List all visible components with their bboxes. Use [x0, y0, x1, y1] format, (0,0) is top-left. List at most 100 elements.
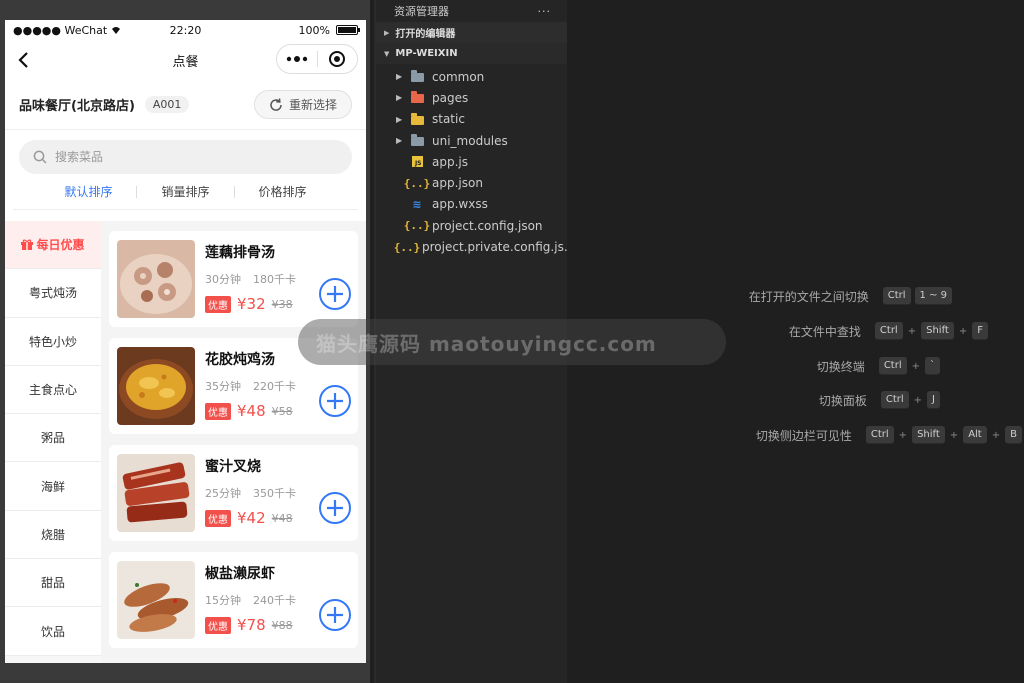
reselect-button[interactable]: 重新选择 [253, 90, 352, 119]
reselect-label: 重新选择 [288, 98, 337, 112]
dish-card[interactable]: 椒盐濑尿虾 15分钟 240千卡 优惠 ¥78 ¥88 [109, 552, 358, 648]
sort-tab-price[interactable]: 价格排序 [235, 183, 331, 200]
more-actions-icon[interactable]: ··· [538, 5, 552, 18]
category-item[interactable]: 烧腊 [5, 510, 101, 560]
shortcut-row: 切换终端 Ctrl + ` [817, 355, 1024, 377]
chevron-right-icon: ▶ [384, 28, 390, 37]
tree-item-label: static [432, 112, 465, 127]
dish-time: 15分钟 [205, 594, 241, 607]
nav-bar: 点餐 [5, 40, 366, 80]
refresh-icon [270, 97, 282, 111]
category-item[interactable]: 粥品 [5, 414, 101, 463]
category-item[interactable]: 海鲜 [5, 462, 101, 511]
watermark-overlay: 猫头鹰源码 maotouyingcc.com [298, 319, 726, 365]
tree-item-label: app.js [432, 154, 468, 169]
folder-icon [410, 112, 424, 125]
shortcut-row: 切换侧边栏可见性 Ctrl + Shift + Alt + B [756, 424, 1024, 446]
dish-price: ¥48 [237, 402, 266, 420]
category-item[interactable]: 特色小炒 [5, 317, 101, 366]
gift-icon [21, 239, 34, 250]
tree-item-file-project-private-config[interactable]: {..} project.private.config.js... [376, 236, 576, 257]
chevron-left-icon [18, 52, 28, 68]
tree-item-file-app-wxss[interactable]: ≋ app.wxss [376, 194, 567, 215]
category-item[interactable]: 粤式炖汤 [5, 269, 101, 318]
dish-photo [117, 561, 195, 639]
miniprogram-capsule [276, 44, 358, 74]
shortcut-row: 在打开的文件之间切换 Ctrl 1 ~ 9 [749, 285, 1024, 307]
tree-item-folder-uni-modules[interactable]: ▶ uni_modules [376, 130, 567, 151]
target-circle-icon [329, 51, 346, 67]
tree-item-file-app-js[interactable]: JS app.js [376, 151, 567, 172]
tree-item-folder-static[interactable]: ▶ static [376, 109, 567, 130]
folder-icon [410, 134, 424, 147]
shortcut-row: 在文件中查找 Ctrl + Shift + F [789, 320, 1024, 342]
key-cap: J [927, 391, 940, 409]
key-cap: B [1005, 426, 1022, 444]
more-dots-icon [286, 56, 307, 62]
category-item[interactable]: 饮品 [5, 607, 101, 656]
category-item-daily-deals[interactable]: 每日优惠 [5, 221, 101, 270]
menu-content: 每日优惠 粤式炖汤 特色小炒 主食点心 粥品 海鲜 烧腊 甜品 饮品 莲藕排骨汤… [5, 221, 366, 663]
shortcut-label: 在打开的文件之间切换 [748, 289, 869, 304]
key-cap: F [972, 322, 988, 340]
dish-calories: 240千卡 [253, 594, 296, 607]
sort-tab-default[interactable]: 默认排序 [40, 183, 136, 200]
file-tree: ▶ common ▶ pages ▶ static ▶ uni_modules … [376, 64, 576, 258]
promo-badge: 优惠 [205, 295, 231, 313]
add-to-cart-button[interactable] [318, 277, 352, 311]
category-label: 每日优惠 [36, 238, 85, 253]
chevron-right-icon: ▶ [396, 72, 403, 82]
chevron-right-icon: ▶ [396, 114, 403, 124]
close-miniprogram-button[interactable] [318, 50, 358, 68]
project-label: MP-WEIXIN [395, 48, 458, 59]
more-button[interactable] [277, 56, 317, 62]
dish-original-price: ¥48 [271, 511, 293, 525]
key-cap: Ctrl [874, 322, 903, 340]
project-section[interactable]: ▼ MP-WEIXIN [376, 43, 567, 64]
add-to-cart-button[interactable] [318, 491, 352, 525]
dish-time: 35分钟 [205, 380, 241, 393]
chevron-right-icon: ▶ [396, 136, 403, 146]
shortcut-label: 切换面板 [818, 393, 867, 408]
dish-original-price: ¥38 [271, 297, 293, 311]
dish-price: ¥78 [237, 616, 266, 634]
dish-original-price: ¥58 [271, 404, 293, 418]
tree-item-folder-pages[interactable]: ▶ pages [376, 87, 567, 108]
shop-bar: 品味餐厅(北京路店) A001 重新选择 [5, 80, 366, 130]
search-input[interactable] [55, 150, 305, 164]
dish-photo [117, 454, 195, 532]
css-file-icon: ≋ [412, 197, 422, 211]
tree-item-label: pages [432, 90, 469, 105]
dish-calories: 350千卡 [253, 487, 296, 500]
dish-time: 30分钟 [205, 273, 241, 286]
key-cap: Shift [921, 322, 954, 340]
category-item[interactable]: 甜品 [5, 559, 101, 608]
category-item[interactable]: 主食点心 [5, 365, 101, 415]
key-cap: Ctrl [882, 287, 911, 305]
tree-item-file-app-json[interactable]: {..} app.json [376, 172, 567, 193]
add-to-cart-button[interactable] [318, 384, 352, 418]
dish-card[interactable]: 莲藕排骨汤 30分钟 180千卡 优惠 ¥32 ¥38 [109, 231, 358, 327]
tree-item-folder-common[interactable]: ▶ common [376, 66, 567, 87]
category-list: 每日优惠 粤式炖汤 特色小炒 主食点心 粥品 海鲜 烧腊 甜品 饮品 [5, 221, 101, 663]
shortcut-label: 切换终端 [816, 359, 865, 374]
dish-card[interactable]: 蜜汁叉烧 25分钟 350千卡 优惠 ¥42 ¥48 [109, 445, 358, 541]
promo-badge: 优惠 [205, 616, 231, 634]
dish-calories: 180千卡 [253, 273, 296, 286]
search-bar[interactable] [19, 140, 352, 174]
key-cap: Ctrl [880, 391, 909, 409]
back-button[interactable] [9, 40, 37, 80]
js-file-icon: JS [411, 156, 423, 168]
tree-item-file-project-config[interactable]: {..} project.config.json [376, 215, 567, 236]
tree-item-label: project.config.json [432, 218, 543, 233]
tree-item-label: uni_modules [432, 133, 508, 148]
dish-price: ¥32 [237, 295, 266, 313]
sort-bar: 默认排序 销量排序 价格排序 [13, 174, 358, 210]
key-cap: Shift [912, 426, 945, 444]
open-editors-section[interactable]: ▶ 打开的编辑器 [376, 22, 567, 43]
sort-tab-sales[interactable]: 销量排序 [137, 183, 233, 200]
dish-photo [117, 347, 195, 425]
battery-icon [336, 25, 360, 35]
add-to-cart-button[interactable] [318, 598, 352, 632]
search-icon [33, 150, 47, 164]
